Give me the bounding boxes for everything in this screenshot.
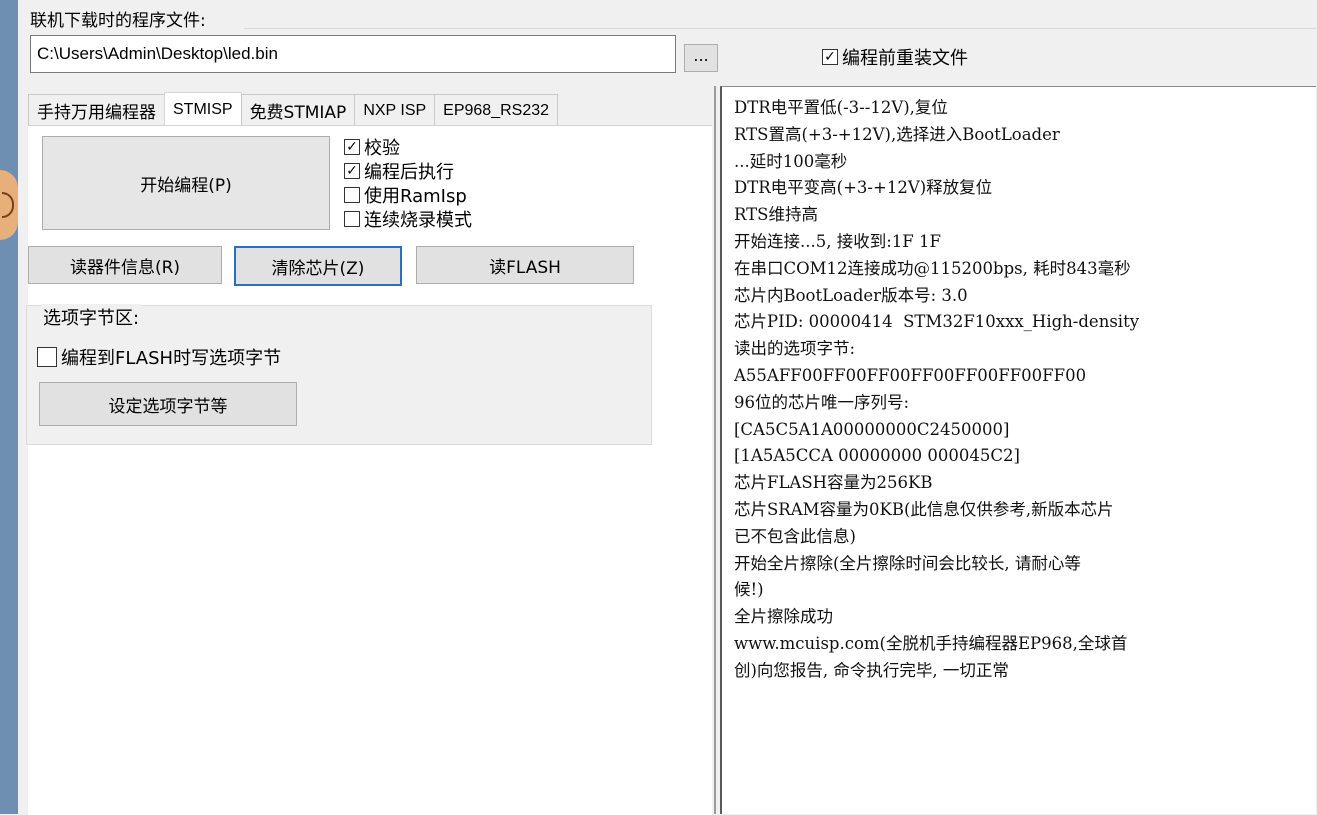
reload-before-program-label: 编程前重装文件 <box>842 48 968 69</box>
log-line: 在串口COM12连接成功@115200bps, 耗时843毫秒 <box>734 258 1131 278</box>
continuous-burn-checkbox[interactable]: 连续烧录模式 <box>344 206 472 232</box>
erase-chip-label: 清除芯片(Z) <box>271 258 365 279</box>
read-flash-button[interactable]: 读FLASH <box>416 246 634 284</box>
write-option-bytes-checkbox[interactable]: 编程到FLASH时写选项字节 <box>37 344 281 370</box>
log-line: 已不包含此信息) <box>734 526 856 546</box>
run-after-program-checkbox[interactable]: ✓ 编程后执行 <box>344 158 454 184</box>
log-line: 候!) <box>734 580 764 600</box>
write-option-bytes-label: 编程到FLASH时写选项字节 <box>61 348 282 369</box>
option-byte-title: 选项字节区: <box>41 304 142 330</box>
log-output-pane[interactable]: DTR电平置低(-3--12V),复位 RTS置高(+3-+12V),选择进入Bo… <box>720 86 1316 814</box>
log-line: [1A5A5CCA 00000000 000045C2] <box>734 446 1020 466</box>
option-byte-group: 选项字节区: 编程到FLASH时写选项字节 设定选项字节等 <box>26 304 652 445</box>
program-file-title: 联机下载时的程序文件: <box>30 6 212 31</box>
checkbox-checked-icon: ✓ <box>822 49 838 65</box>
log-line: 芯片内BootLoader版本号: 3.0 <box>734 285 968 305</box>
log-line: ...延时100毫秒 <box>734 151 848 171</box>
run-after-program-label: 编程后执行 <box>364 162 454 183</box>
checkbox-checked-icon: ✓ <box>344 139 360 155</box>
start-program-button[interactable]: 开始编程(P) <box>42 136 330 230</box>
checkbox-empty-icon <box>37 347 57 367</box>
pane-separator <box>714 86 716 814</box>
checkbox-empty-icon <box>344 211 360 227</box>
log-line: RTS维持高 <box>734 205 818 225</box>
tab-free-stmiap[interactable]: 免费STMIAP <box>240 94 356 126</box>
log-output-text: DTR电平置低(-3--12V),复位 RTS置高(+3-+12V),选择进入Bo… <box>734 95 1314 685</box>
log-line: [CA5C5A1A00000000C2450000] <box>734 419 1010 439</box>
log-line: 创)向您报告, 命令执行完毕, 一切正常 <box>734 660 1009 680</box>
desktop-mascot-fragment <box>0 170 18 240</box>
log-line: 读出的选项字节: <box>734 339 856 359</box>
log-line: DTR电平变高(+3-+12V)释放复位 <box>734 178 993 198</box>
log-line: 开始全片擦除(全片擦除时间会比较长, 请耐心等 <box>734 553 1081 573</box>
set-option-bytes-label: 设定选项字节等 <box>108 396 228 417</box>
verify-checkbox[interactable]: ✓ 校验 <box>344 134 400 160</box>
read-device-info-button[interactable]: 读器件信息(R) <box>28 246 222 284</box>
browse-button[interactable]: ... <box>684 44 718 72</box>
tab-stmisp[interactable]: STMISP <box>164 92 242 126</box>
tab-handheld-programmer[interactable]: 手持万用编程器 <box>28 94 165 126</box>
tab-nxp-isp[interactable]: NXP ISP <box>354 94 436 126</box>
start-program-label: 开始编程(P) <box>140 175 232 196</box>
log-line: RTS置高(+3-+12V),选择进入BootLoader <box>734 124 1060 144</box>
log-line: A55AFF00FF00FF00FF00FF00FF00FF00 <box>734 365 1087 385</box>
continuous-burn-label: 连续烧录模式 <box>364 210 472 231</box>
log-line: 芯片PID: 00000414 STM32F10xxx_High-density <box>734 312 1140 332</box>
read-device-info-label: 读器件信息(R) <box>69 257 181 278</box>
log-line: 开始连接...5, 接收到:1F 1F <box>734 231 941 251</box>
log-line: 96位的芯片唯一序列号: <box>734 392 910 412</box>
verify-label: 校验 <box>364 138 400 159</box>
tab-ep968-rs232[interactable]: EP968_RS232 <box>434 94 559 126</box>
read-flash-label: 读FLASH <box>489 257 561 278</box>
log-line: DTR电平置低(-3--12V),复位 <box>734 98 948 117</box>
tab-strip: 手持万用编程器 STMISP 免费STMIAP NXP ISP EP968_RS… <box>28 92 559 126</box>
log-line: 芯片SRAM容量为0KB(此信息仅供参考,新版本芯片 <box>734 499 1114 519</box>
checkbox-empty-icon <box>344 187 360 203</box>
window-left-edge <box>0 0 18 814</box>
group-divider <box>244 28 1316 29</box>
erase-chip-button[interactable]: 清除芯片(Z) <box>234 246 402 286</box>
log-line: www.mcuisp.com(全脱机手持编程器EP968,全球首 <box>734 633 1128 653</box>
checkbox-checked-icon: ✓ <box>344 163 360 179</box>
log-line: 芯片FLASH容量为256KB <box>734 473 933 493</box>
reload-before-program-checkbox[interactable]: ✓ 编程前重装文件 <box>822 44 968 70</box>
program-path-input[interactable] <box>30 35 676 73</box>
use-ramisp-label: 使用RamIsp <box>364 186 467 207</box>
use-ramisp-checkbox[interactable]: 使用RamIsp <box>344 182 467 208</box>
set-option-bytes-button[interactable]: 设定选项字节等 <box>39 382 297 426</box>
log-line: 全片擦除成功 <box>734 607 833 627</box>
